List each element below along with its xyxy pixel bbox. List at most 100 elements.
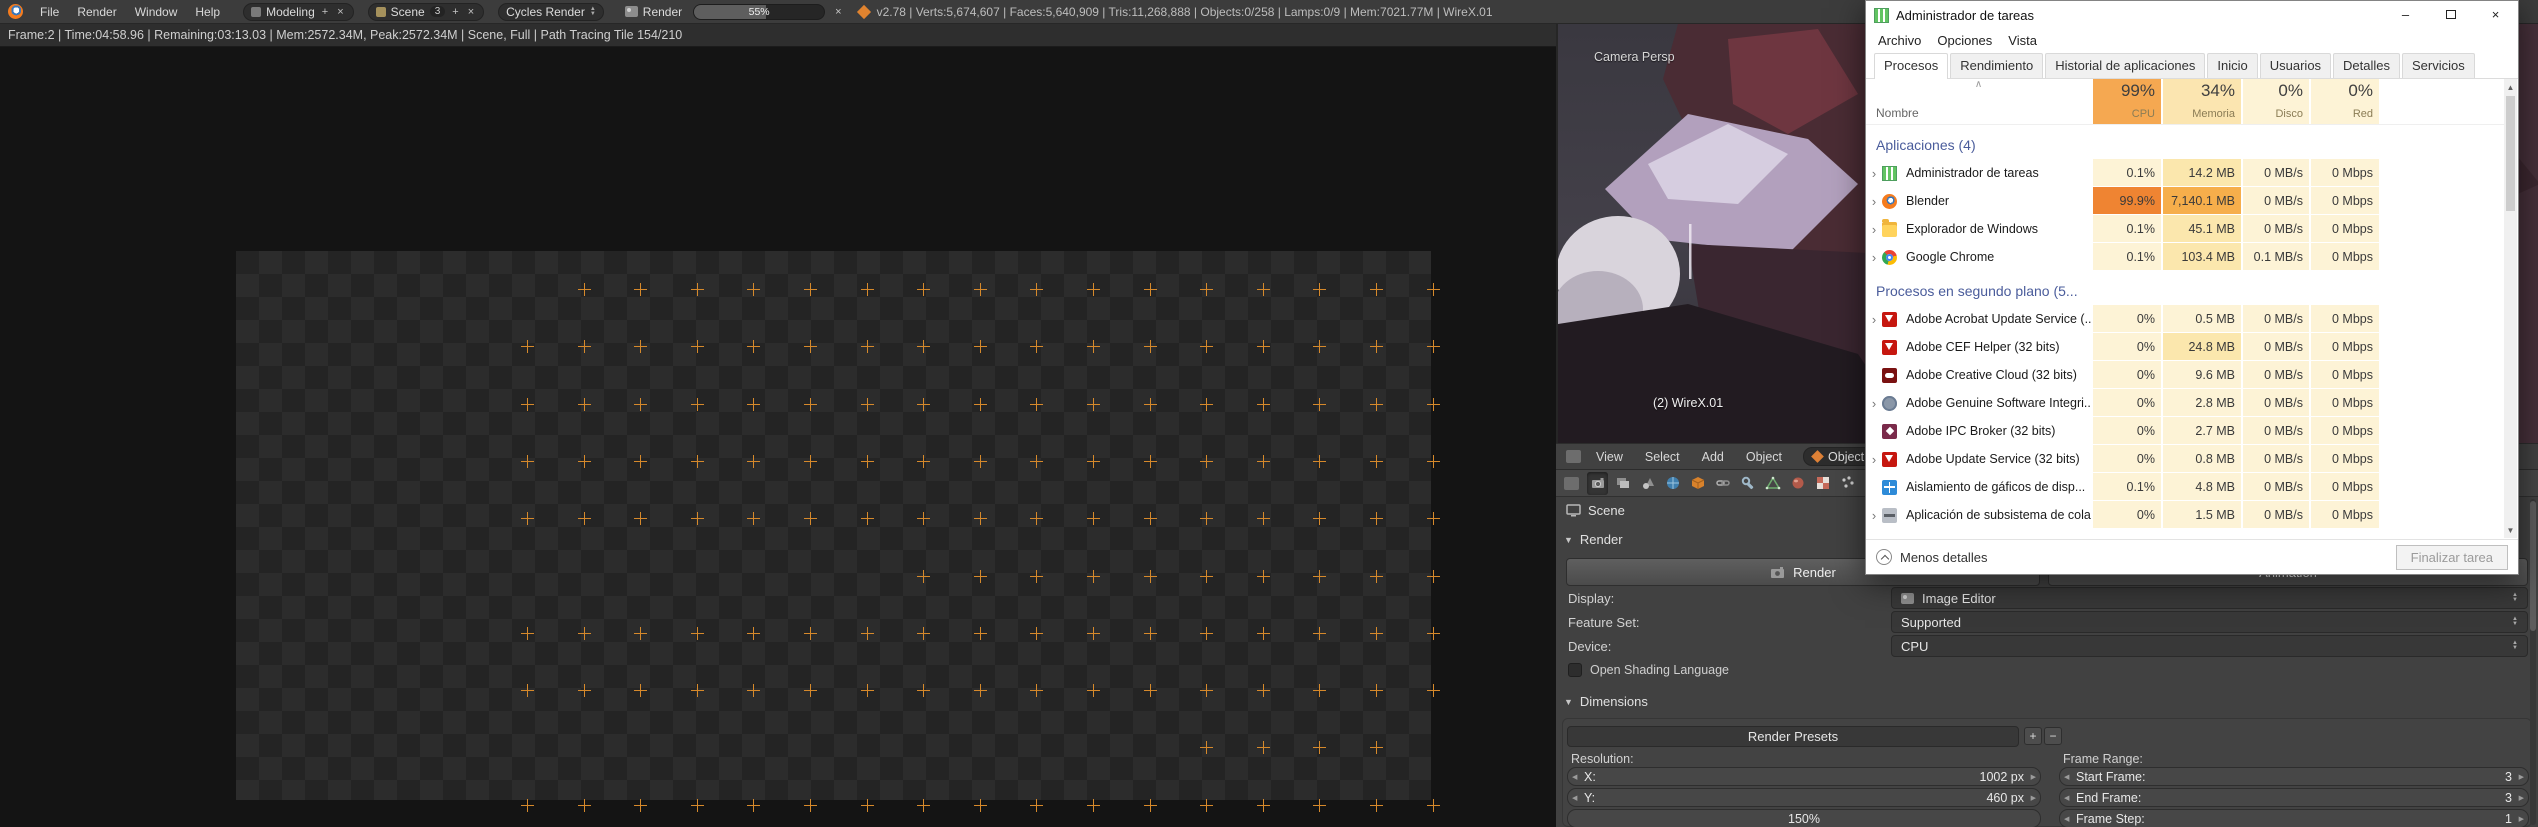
viewport-menu-view[interactable]: View — [1585, 450, 1634, 464]
decrement-icon[interactable]: ◀ — [2064, 810, 2069, 827]
tab-render[interactable] — [1587, 471, 1608, 495]
process-row[interactable]: › Administrador de tareas 0.1% 14.2 MB 0 MB/… — [1866, 159, 2504, 187]
tm-menu-archivo[interactable]: Archivo — [1870, 33, 1929, 48]
menu-file[interactable]: File — [31, 5, 68, 19]
tab-constraints[interactable] — [1712, 472, 1733, 495]
minimize-button[interactable]: – — [2383, 1, 2428, 27]
resolution-y-field[interactable]: ◀ Y: 460 px ▶ — [1567, 788, 2041, 807]
tab-historial[interactable]: Historial de aplicaciones — [2045, 53, 2206, 78]
tab-world[interactable] — [1662, 472, 1683, 495]
increment-icon[interactable]: ▶ — [2031, 789, 2036, 806]
expander-icon[interactable]: › — [1866, 222, 1882, 237]
editor-type-selector-icon[interactable] — [1566, 450, 1581, 463]
tm-col-mem[interactable]: 34% Memoria — [2161, 79, 2241, 124]
tm-titlebar[interactable]: Administrador de tareas – × — [1866, 1, 2518, 29]
start-frame-field[interactable]: ◀ Start Frame: 3 ▶ — [2059, 767, 2529, 786]
properties-scrollbar[interactable] — [2530, 499, 2536, 825]
tm-menu-vista[interactable]: Vista — [2000, 33, 2045, 48]
expander-icon[interactable]: › — [1866, 250, 1882, 265]
process-row[interactable]: › Adobe Genuine Software Integri... 0% 2.8 … — [1866, 389, 2504, 417]
process-row[interactable]: › Aplicación de subsistema de cola 0% 1.5 M… — [1866, 501, 2504, 529]
decrement-icon[interactable]: ◀ — [2064, 768, 2069, 785]
render-panel-header[interactable]: ▼ Render — [1564, 532, 1623, 547]
breadcrumb-scene[interactable]: Scene — [1588, 503, 1625, 518]
osl-checkbox[interactable] — [1568, 663, 1582, 677]
render-engine-dropdown[interactable]: Cycles Render ▲ ▼ — [498, 2, 604, 21]
editor-type-selector-icon[interactable] — [1564, 476, 1579, 490]
process-row[interactable]: › Explorador de Windows 0.1% 45.1 MB 0 MB/s 0… — [1866, 215, 2504, 243]
decrement-icon[interactable]: ◀ — [1572, 789, 1577, 806]
layout-browse-icon[interactable] — [251, 6, 262, 17]
expander-icon[interactable]: › — [1866, 508, 1882, 523]
blender-logo-icon[interactable] — [8, 4, 23, 19]
add-layout-button[interactable]: + — [320, 6, 330, 18]
cancel-render-button[interactable]: × — [835, 6, 841, 18]
expander-icon[interactable]: › — [1866, 312, 1882, 327]
process-row[interactable]: › Google Chrome 0.1% 103.4 MB 0.1 MB/s 0 Mbps — [1866, 243, 2504, 271]
increment-icon[interactable]: ▶ — [2031, 768, 2036, 785]
tab-detalles[interactable]: Detalles — [2333, 53, 2401, 78]
tab-servicios[interactable]: Servicios — [2402, 53, 2475, 78]
resolution-x-field[interactable]: ◀ X: 1002 px ▶ — [1567, 767, 2041, 786]
expander-icon[interactable]: › — [1866, 396, 1882, 411]
tab-scene[interactable] — [1637, 472, 1658, 495]
feature-set-dropdown[interactable]: Supported ▲ ▼ — [1891, 611, 2528, 633]
fewer-details-icon[interactable] — [1876, 549, 1892, 565]
process-row[interactable]: Aislamiento de gáficos de disp... 0.1% 4.8… — [1866, 473, 2504, 501]
tab-particles[interactable] — [1837, 472, 1858, 495]
menu-help[interactable]: Help — [186, 5, 229, 19]
scene-selector[interactable]: Scene 3 + × — [367, 2, 485, 21]
dimensions-panel-header[interactable]: ▼ Dimensions — [1564, 694, 1648, 709]
process-row[interactable]: › Adobe Acrobat Update Service (... 0% 0.5 … — [1866, 305, 2504, 333]
viewport-menu-add[interactable]: Add — [1691, 450, 1735, 464]
tab-inicio[interactable]: Inicio — [2207, 53, 2258, 78]
process-row[interactable]: › Adobe Update Service (32 bits) 0% 0.8 MB 0… — [1866, 445, 2504, 473]
remove-preset-button[interactable]: − — [2044, 727, 2062, 745]
render-presets-dropdown[interactable]: Render Presets — [1567, 726, 2019, 747]
expander-icon[interactable]: › — [1866, 452, 1882, 467]
process-row[interactable]: Adobe IPC Broker (32 bits) 0% 2.7 MB 0 MB/s… — [1866, 417, 2504, 445]
close-button[interactable]: × — [2473, 1, 2518, 27]
display-dropdown[interactable]: Image Editor ▲ ▼ — [1891, 587, 2528, 609]
tm-col-name[interactable]: ∧ Nombre — [1866, 79, 2091, 124]
process-group-header[interactable]: Procesos en segundo plano (5... — [1866, 271, 2504, 305]
add-preset-button[interactable]: + — [2024, 727, 2042, 745]
tab-object[interactable] — [1687, 472, 1708, 495]
viewport-menu-select[interactable]: Select — [1634, 450, 1691, 464]
tab-material[interactable] — [1787, 472, 1808, 495]
menu-render[interactable]: Render — [68, 5, 125, 19]
tab-texture[interactable] — [1812, 472, 1833, 495]
process-row[interactable]: Adobe CEF Helper (32 bits) 0% 24.8 MB 0 MB/… — [1866, 333, 2504, 361]
resolution-percentage-slider[interactable]: 150% — [1567, 809, 2041, 827]
scene-users-count[interactable]: 3 — [429, 6, 446, 17]
tab-rendimiento[interactable]: Rendimiento — [1950, 53, 2044, 78]
menu-window[interactable]: Window — [126, 5, 187, 19]
tab-object-data[interactable] — [1762, 472, 1783, 495]
decrement-icon[interactable]: ◀ — [1572, 768, 1577, 785]
tab-procesos[interactable]: Procesos — [1874, 53, 1949, 79]
increment-icon[interactable]: ▶ — [2519, 810, 2524, 827]
tab-usuarios[interactable]: Usuarios — [2259, 53, 2332, 78]
tab-modifiers[interactable] — [1737, 472, 1758, 495]
maximize-button[interactable] — [2428, 1, 2473, 27]
scroll-up-icon[interactable]: ▲ — [2504, 79, 2517, 95]
expander-icon[interactable]: › — [1866, 166, 1882, 181]
increment-icon[interactable]: ▶ — [2519, 768, 2524, 785]
process-group-header[interactable]: Aplicaciones (4) — [1866, 125, 2504, 159]
increment-icon[interactable]: ▶ — [2519, 789, 2524, 806]
tm-scrollbar[interactable]: ▲ ▼ — [2504, 79, 2517, 538]
end-frame-field[interactable]: ◀ End Frame: 3 ▶ — [2059, 788, 2529, 807]
scrollbar-thumb[interactable] — [2506, 96, 2515, 211]
screen-layout-selector[interactable]: Modeling + × — [243, 2, 354, 21]
scrollbar-thumb[interactable] — [2530, 501, 2536, 631]
tm-menu-opciones[interactable]: Opciones — [1929, 33, 2000, 48]
decrement-icon[interactable]: ◀ — [2064, 789, 2069, 806]
process-row[interactable]: Adobe Creative Cloud (32 bits) 0% 9.6 MB 0 … — [1866, 361, 2504, 389]
tm-col-cpu[interactable]: 99% CPU — [2091, 79, 2161, 124]
device-dropdown[interactable]: CPU ▲ ▼ — [1891, 635, 2528, 657]
frame-step-field[interactable]: ◀ Frame Step: 1 ▶ — [2059, 809, 2529, 827]
fewer-details-label[interactable]: Menos detalles — [1900, 550, 1987, 565]
tab-render-layers[interactable] — [1612, 472, 1633, 495]
delete-scene-button[interactable]: × — [466, 6, 476, 18]
expander-icon[interactable]: › — [1866, 194, 1882, 209]
